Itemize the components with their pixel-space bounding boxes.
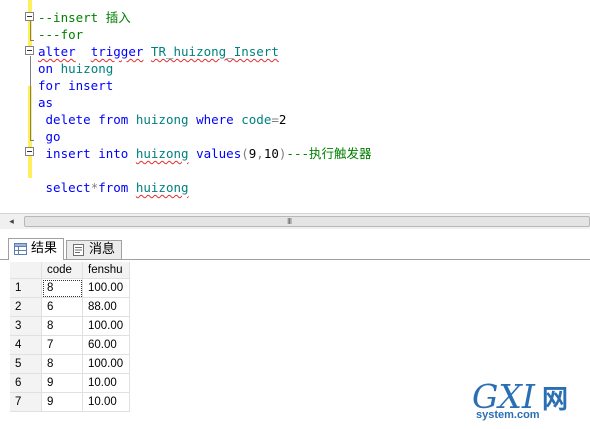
watermark-url: system.com [476, 409, 540, 421]
row-number[interactable]: 5 [10, 355, 42, 374]
code-token: on [38, 61, 54, 76]
code-token: , [256, 146, 264, 161]
collapse-icon[interactable] [25, 147, 34, 156]
tab-results[interactable]: 结果 [8, 238, 64, 260]
code-line[interactable]: as [38, 94, 53, 111]
cell-fenshu[interactable]: 60.00 [83, 336, 130, 355]
grid-corner[interactable] [10, 262, 42, 279]
code-line[interactable]: insert into huizong values(9,10)---执行触发器 [38, 145, 372, 162]
row-number[interactable]: 6 [10, 374, 42, 393]
outline-end-tick [30, 140, 34, 141]
code-token: 10 [263, 146, 279, 161]
cell-fenshu[interactable]: 100.00 [83, 317, 130, 336]
cell-code[interactable]: 6 [42, 298, 83, 317]
cell-fenshu[interactable]: 10.00 [83, 374, 130, 393]
tab-messages-label: 消息 [89, 242, 116, 257]
column-header-fenshu[interactable]: fenshu [83, 262, 130, 279]
code-line[interactable]: go [38, 128, 61, 145]
code-token: insert [45, 146, 91, 161]
code-token: ---for [38, 27, 84, 42]
tab-divider [0, 259, 590, 260]
code-line[interactable]: alter trigger TR_huizong_Insert [38, 43, 279, 60]
code-token: trigger [90, 44, 144, 59]
code-token: insert [68, 78, 114, 93]
outline-guide [30, 20, 31, 40]
cell-code[interactable]: 9 [42, 374, 83, 393]
code-token: from [98, 180, 129, 195]
grid-icon [14, 243, 27, 255]
code-token: into [98, 146, 129, 161]
scrollbar-thumb[interactable]: III [24, 216, 590, 227]
sql-editor[interactable]: --insert 插入 ---for alter trigger TR_huizon… [0, 0, 590, 213]
outline-guide [30, 56, 31, 140]
cell-fenshu[interactable]: 88.00 [83, 298, 130, 317]
cell-code[interactable]: 7 [42, 336, 83, 355]
code-token: delete [45, 112, 91, 127]
code-token: 2 [278, 112, 287, 127]
row-number[interactable]: 3 [10, 317, 42, 336]
watermark-cn: 网 [542, 385, 569, 415]
row-number[interactable]: 2 [10, 298, 42, 317]
cell-code[interactable]: 8 [42, 279, 83, 298]
code-token: alter [38, 44, 76, 59]
cell-code[interactable]: 8 [42, 355, 83, 374]
code-token: ( [241, 146, 249, 161]
code-token: select [45, 180, 91, 195]
cell-fenshu[interactable]: 100.00 [83, 279, 130, 298]
code-token: from [98, 112, 129, 127]
code-line[interactable]: ---for [38, 26, 83, 43]
message-icon [73, 244, 84, 256]
cell-code[interactable]: 9 [42, 393, 83, 412]
results-tabbar: 结果 消息 [0, 229, 590, 260]
scrollbar-grip: III [287, 217, 292, 226]
code-token: values [196, 146, 242, 161]
code-token: where [196, 112, 234, 127]
cell-fenshu[interactable]: 100.00 [83, 355, 130, 374]
code-token: as [38, 95, 54, 110]
code-line[interactable]: for insert [38, 77, 113, 94]
code-token: go [45, 129, 61, 144]
collapse-icon[interactable] [25, 46, 34, 55]
code-token: code [241, 112, 272, 127]
site-watermark-logo: GXI 网 system.com [472, 377, 582, 425]
code-token: huizong [135, 180, 189, 195]
code-token: huizong [60, 61, 114, 76]
code-token: huizong [135, 112, 189, 127]
column-header-code[interactable]: code [42, 262, 83, 279]
row-number[interactable]: 7 [10, 393, 42, 412]
code-token: ---执行触发器 [286, 146, 372, 161]
code-line[interactable]: --insert 插入 [38, 9, 131, 26]
horizontal-scrollbar[interactable]: ◂ III [0, 213, 590, 229]
tab-results-label: 结果 [31, 241, 58, 256]
code-line[interactable]: select*from huizong [38, 179, 189, 196]
cell-code[interactable]: 8 [42, 317, 83, 336]
code-token: = [271, 112, 279, 127]
code-token: --insert 插入 [38, 10, 131, 25]
code-token: huizong [135, 146, 189, 161]
collapse-icon[interactable] [25, 12, 34, 21]
code-token: TR_huizong_Insert [150, 44, 279, 59]
tab-messages[interactable]: 消息 [66, 240, 122, 259]
scroll-left-icon[interactable]: ◂ [6, 216, 17, 227]
code-line[interactable]: delete from huizong where code=2 [38, 111, 287, 128]
code-token: for [38, 78, 61, 93]
outline-end-tick [30, 40, 34, 41]
code-line[interactable]: on huizong [38, 60, 113, 77]
row-number[interactable]: 1 [10, 279, 42, 298]
cell-fenshu[interactable]: 10.00 [83, 393, 130, 412]
row-number[interactable]: 4 [10, 336, 42, 355]
